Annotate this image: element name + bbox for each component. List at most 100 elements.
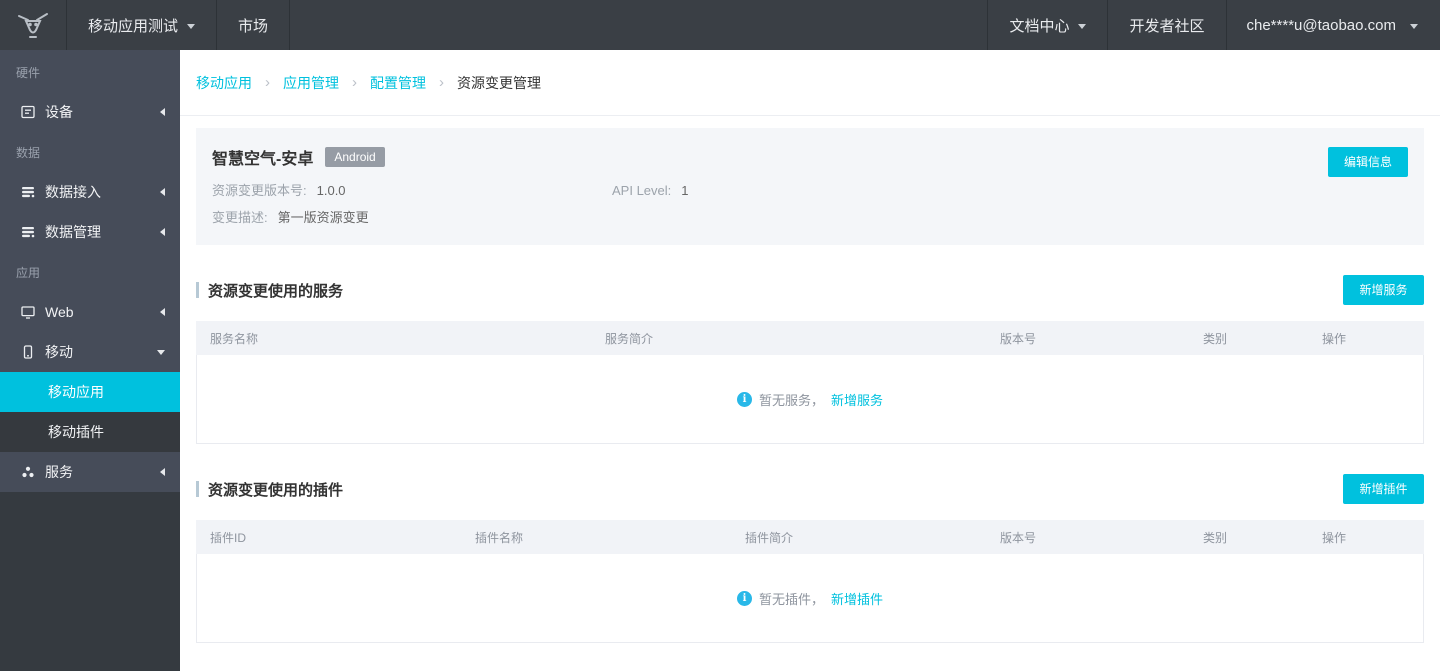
topbar: 移动应用测试 市场 文档中心 开发者社区 che****u@taobao.com xyxy=(0,0,1440,50)
column-header: 操作 xyxy=(1322,530,1347,545)
sidebar-menu: 硬件 设备 数据 数据接入 数据管理 应用 Web 移动 移动应用 移动插件 服… xyxy=(0,50,180,492)
section-accent-bar xyxy=(196,282,199,298)
sidebar-category-apps: 应用 xyxy=(16,265,41,280)
sidebar-category-data: 数据 xyxy=(16,145,41,160)
sidebar-category-hardware: 硬件 xyxy=(16,65,41,80)
add-plugin-button[interactable]: 新增插件 xyxy=(1343,474,1424,504)
field-row: 变更描述: 第一版资源变更 xyxy=(212,209,1408,227)
column-header: 插件简介 xyxy=(745,530,794,545)
sidebar-item-devices[interactable]: 设备 xyxy=(0,92,180,132)
sidebar-item-label: 数据管理 xyxy=(45,224,101,240)
chevron-down-icon xyxy=(1410,23,1418,29)
breadcrumb-link-app-management[interactable]: 应用管理 xyxy=(283,73,339,93)
nav-doc-center-label: 文档中心 xyxy=(1009,17,1070,35)
empty-add-plugin-link[interactable]: 新增插件 xyxy=(831,589,883,608)
add-service-button[interactable]: 新增服务 xyxy=(1343,275,1424,305)
field-value: 第一版资源变更 xyxy=(277,210,369,225)
sidebar: 硬件 设备 数据 数据接入 数据管理 应用 Web 移动 移动应用 移动插件 服… xyxy=(0,50,180,671)
app-info-card: 智慧空气-安卓 Android 编辑信息 资源变更版本号: 1.0.0 API … xyxy=(196,128,1424,245)
field-description: 变更描述: 第一版资源变更 xyxy=(212,209,369,227)
nav-market[interactable]: 市场 xyxy=(216,0,291,50)
account-email: che****u@taobao.com xyxy=(1246,16,1397,34)
app-title: 智慧空气-安卓 xyxy=(212,151,314,168)
main-content: 移动应用 › 应用管理 › 配置管理 › 资源变更管理 智慧空气-安卓 Andr… xyxy=(180,50,1440,671)
empty-text: 暂无服务， xyxy=(758,392,824,408)
account-menu[interactable]: che****u@taobao.com xyxy=(1225,0,1440,50)
chevron-down-icon xyxy=(1078,23,1087,29)
column-header: 版本号 xyxy=(1000,530,1037,545)
info-icon: i xyxy=(736,590,752,606)
empty-text: 暂无插件， xyxy=(758,591,824,607)
empty-add-service-link[interactable]: 新增服务 xyxy=(831,390,883,409)
app-title-row: 智慧空气-安卓 Android xyxy=(212,145,1408,169)
field-label: API Level: xyxy=(612,183,672,198)
sidebar-item-label: Web xyxy=(45,304,74,320)
column-header: 版本号 xyxy=(1000,331,1037,346)
edit-info-button[interactable]: 编辑信息 xyxy=(1328,147,1408,177)
mobile-icon xyxy=(20,344,36,360)
chevron-expanded-icon xyxy=(157,349,165,355)
breadcrumb-link-mobile-apps[interactable]: 移动应用 xyxy=(196,73,252,93)
services-table-header: 服务名称 服务简介 版本号 类别 操作 xyxy=(196,321,1424,355)
field-value: 1 xyxy=(681,183,689,198)
nav-developer-community-label: 开发者社区 xyxy=(1129,17,1205,35)
services-empty-state: i 暂无服务， 新增服务 xyxy=(196,355,1424,444)
breadcrumb-separator-icon: › xyxy=(439,74,444,91)
nav-market-label: 市场 xyxy=(238,17,269,35)
plugins-table-header: 插件ID 插件名称 插件简介 版本号 类别 操作 xyxy=(196,520,1424,554)
chevron-collapsed-icon xyxy=(160,308,165,316)
data-access-icon xyxy=(20,184,36,200)
column-header: 插件名称 xyxy=(475,530,524,545)
nav-mobile-app-testing[interactable]: 移动应用测试 xyxy=(66,0,216,50)
sidebar-item-web[interactable]: Web xyxy=(0,292,180,332)
web-icon xyxy=(20,304,36,320)
column-header: 服务简介 xyxy=(605,331,654,346)
services-section-header: 资源变更使用的服务 新增服务 xyxy=(196,275,1424,305)
column-header: 类别 xyxy=(1203,530,1228,545)
breadcrumb-separator-icon: › xyxy=(265,74,270,91)
platform-badge: Android xyxy=(325,147,385,167)
sidebar-submenu-label: 移动应用 xyxy=(48,384,104,400)
sidebar-item-label: 数据接入 xyxy=(45,184,101,200)
app-logo-icon xyxy=(18,13,48,38)
section-accent-bar xyxy=(196,481,199,497)
chevron-down-icon xyxy=(187,23,196,29)
sidebar-filler xyxy=(0,492,180,671)
sidebar-submenu-mobile-plugins[interactable]: 移动插件 xyxy=(0,412,180,452)
sidebar-item-label: 服务 xyxy=(45,464,73,480)
breadcrumb-separator-icon: › xyxy=(352,74,357,91)
sidebar-item-label: 设备 xyxy=(45,104,73,120)
field-label: 变更描述: xyxy=(212,210,268,225)
sidebar-submenu-mobile-apps[interactable]: 移动应用 xyxy=(0,372,180,412)
nav-mobile-app-testing-label: 移动应用测试 xyxy=(88,17,179,35)
nav-developer-community[interactable]: 开发者社区 xyxy=(1107,0,1225,50)
breadcrumb: 移动应用 › 应用管理 › 配置管理 › 资源变更管理 xyxy=(180,50,1440,116)
field-version: 资源变更版本号: 1.0.0 xyxy=(212,182,612,200)
column-header: 操作 xyxy=(1322,331,1347,346)
breadcrumb-current: 资源变更管理 xyxy=(457,74,541,91)
column-header: 服务名称 xyxy=(210,331,259,346)
plugins-section-title: 资源变更使用的插件 xyxy=(208,481,344,499)
nav-doc-center[interactable]: 文档中心 xyxy=(987,0,1107,50)
breadcrumb-link-config-management[interactable]: 配置管理 xyxy=(370,73,426,93)
field-label: 资源变更版本号: xyxy=(212,183,307,198)
sidebar-item-label: 移动 xyxy=(45,344,73,360)
services-icon xyxy=(20,464,36,480)
sidebar-item-data-access[interactable]: 数据接入 xyxy=(0,172,180,212)
chevron-collapsed-icon xyxy=(160,108,165,116)
chevron-collapsed-icon xyxy=(160,468,165,476)
data-manage-icon xyxy=(20,224,36,240)
sidebar-item-services[interactable]: 服务 xyxy=(0,452,180,492)
field-value: 1.0.0 xyxy=(316,183,346,198)
chevron-collapsed-icon xyxy=(160,188,165,196)
column-header: 插件ID xyxy=(210,530,247,545)
app-logo[interactable] xyxy=(0,0,66,50)
page-body: 智慧空气-安卓 Android 编辑信息 资源变更版本号: 1.0.0 API … xyxy=(180,116,1440,667)
field-row: 资源变更版本号: 1.0.0 API Level: 1 xyxy=(212,182,1408,200)
device-icon xyxy=(20,104,36,120)
sidebar-item-data-manage[interactable]: 数据管理 xyxy=(0,212,180,252)
plugins-section-header: 资源变更使用的插件 新增插件 xyxy=(196,474,1424,504)
sidebar-item-mobile[interactable]: 移动 xyxy=(0,332,180,372)
plugins-empty-state: i 暂无插件， 新增插件 xyxy=(196,554,1424,643)
